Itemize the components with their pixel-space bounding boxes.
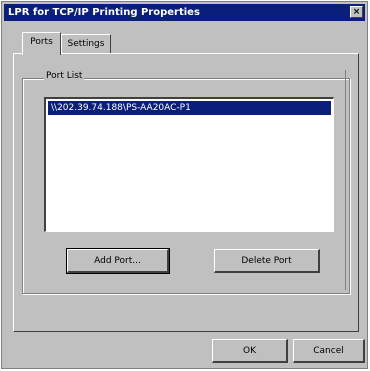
- close-button[interactable]: ×: [350, 6, 363, 18]
- ok-button[interactable]: OK: [212, 339, 288, 363]
- port-listbox[interactable]: \\202.39.74.188\PS-AA20AC-P1: [44, 97, 334, 232]
- panel-divider: [345, 70, 351, 290]
- add-port-button[interactable]: Add Port...: [66, 248, 170, 274]
- tab-ports[interactable]: Ports: [22, 32, 61, 55]
- close-icon: ×: [352, 7, 361, 17]
- delete-port-button[interactable]: Delete Port: [214, 249, 320, 273]
- title-bar: LPR for TCP/IP Printing Properties ×: [4, 4, 365, 21]
- tab-settings[interactable]: Settings: [61, 34, 111, 54]
- dialog-title: LPR for TCP/IP Printing Properties: [8, 7, 200, 18]
- cancel-button[interactable]: Cancel: [293, 339, 365, 363]
- port-list-item[interactable]: \\202.39.74.188\PS-AA20AC-P1: [48, 101, 331, 115]
- port-list-label: Port List: [44, 71, 85, 81]
